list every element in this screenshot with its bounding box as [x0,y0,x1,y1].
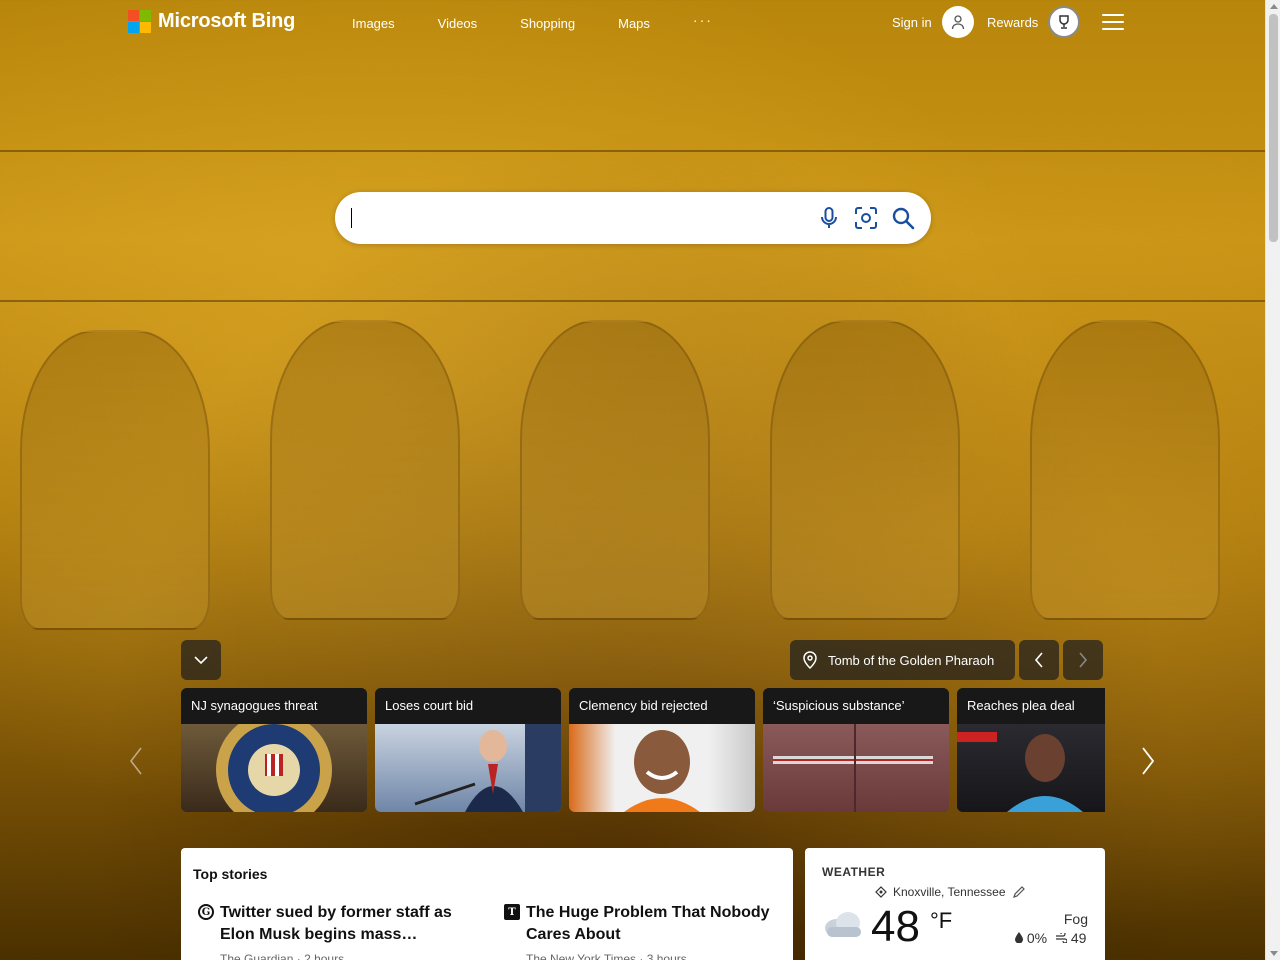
bing-logo[interactable]: Microsoft Bing [128,10,295,33]
weather-title: WEATHER [822,865,886,879]
top-nav: Images Videos Shopping Maps ··· [352,12,756,31]
story-meta: The Guardian · 2 hours [220,952,490,960]
signin-button[interactable]: Sign in [892,6,974,38]
aqi-value: 49 [1070,930,1087,946]
evidence-tape-image [773,724,933,812]
weather-location[interactable]: Knoxville, Tennessee [875,885,1026,899]
story-time: 3 hours [646,952,687,960]
search-actions [806,204,917,232]
chevron-right-icon [1142,747,1155,775]
background-decoration [0,150,1265,152]
weather-unit: °F [930,908,953,933]
background-decoration [0,300,1265,302]
weather-condition: Fog [1063,911,1088,927]
cards-next-button[interactable] [1138,744,1158,778]
fbi-seal-image [216,712,332,812]
image-location-label: Tomb of the Golden Pharaoh [828,652,995,668]
top-stories-heading: Top stories [193,866,268,882]
chevron-left-icon [129,747,142,775]
search-icon[interactable] [889,204,917,232]
scroll-up-arrow-icon[interactable] [1270,4,1278,9]
weather-aqi: 49 [1055,930,1086,946]
story-source: The Guardian [220,952,294,960]
precipitation-value: 0% [1026,930,1048,946]
rewards-trophy-icon [1048,6,1081,38]
background-figure [520,320,710,620]
chevron-right-icon [1079,652,1088,668]
story-meta: The New York Times · 3 hours [526,952,796,960]
brand-name: Microsoft Bing [158,10,296,32]
nytimes-source-icon: T [504,904,520,920]
page-scrollbar[interactable] [1265,0,1280,960]
story-item[interactable]: T The Huge Problem That Nobody Cares Abo… [504,902,796,960]
search-box [335,192,931,244]
athlete-image [957,732,1083,812]
news-card[interactable]: NJ synagogues threat [181,688,367,812]
news-card-title: Reaches plea deal [957,688,1105,724]
nav-images[interactable]: Images [352,16,395,31]
top-stories-panel: Top stories G Twitter sued by former sta… [181,848,793,960]
hamburger-menu-icon[interactable] [1102,14,1124,32]
weather-temperature: 48 [871,902,920,951]
rewards-label: Rewards [987,14,1039,30]
signin-label: Sign in [892,14,932,30]
scrollbar-thumb[interactable] [1269,14,1278,242]
location-arrow-icon [875,886,887,898]
news-card-image [763,724,949,812]
background-figure [1030,320,1220,620]
text-caret [351,208,352,228]
raindrop-icon [1015,932,1023,944]
news-card-title: Clemency bid rejected [569,688,755,724]
news-card-image [181,712,367,812]
news-card[interactable]: Loses court bid [375,688,561,812]
collapse-feed-button[interactable] [181,640,221,680]
previous-image-button[interactable] [1019,640,1059,680]
guardian-source-icon: G [198,904,214,920]
image-location-button[interactable]: Tomb of the Golden Pharaoh [790,640,1015,680]
cloud-icon [825,912,861,937]
nav-more-button[interactable]: ··· [693,12,713,31]
story-time: 2 hours [304,952,345,960]
search-input[interactable] [351,206,801,230]
speaker-image [414,724,561,812]
news-card-image [569,724,755,812]
avatar-icon [941,6,974,38]
weather-precipitation: 0% [1015,930,1047,946]
news-card-image [957,724,1105,812]
story-headline[interactable]: The Huge Problem That Nobody Cares About [526,902,796,946]
rewards-button[interactable]: Rewards [987,6,1081,38]
story-item[interactable]: G Twitter sued by former staff as Elon M… [198,902,490,960]
news-card-title: Loses court bid [375,688,561,724]
header: Microsoft Bing Images Videos Shopping Ma… [0,0,1265,46]
background-figure [270,320,460,620]
story-headline[interactable]: Twitter sued by former staff as Elon Mus… [220,902,490,946]
background-figure [770,320,960,620]
weather-location-label: Knoxville, Tennessee [893,885,1006,899]
visual-search-icon[interactable] [852,204,880,232]
news-card[interactable]: Reaches plea deal [957,688,1105,812]
portrait-image [624,730,700,812]
air-quality-icon [1056,931,1068,944]
next-image-button[interactable] [1063,640,1103,680]
news-card[interactable]: Clemency bid rejected [569,688,755,812]
news-card-title: ‘Suspicious substance’ [763,688,949,724]
news-card-image [375,724,561,812]
nav-shopping[interactable]: Shopping [520,16,575,31]
location-pin-icon [803,651,817,669]
microphone-icon[interactable] [815,204,843,232]
nav-maps[interactable]: Maps [618,16,650,31]
news-card-title: NJ synagogues threat [181,688,367,724]
weather-panel[interactable]: WEATHER Knoxville, Tennessee 48 °F Fog 0… [805,848,1105,960]
news-card[interactable]: ‘Suspicious substance’ [763,688,949,812]
story-source: The New York Times [526,952,637,960]
nav-videos[interactable]: Videos [438,16,478,31]
cards-previous-button[interactable] [126,744,146,778]
background-figure [20,330,210,630]
chevron-down-icon [194,656,208,665]
scroll-down-arrow-icon[interactable] [1270,951,1278,956]
edit-pencil-icon[interactable] [1012,885,1026,899]
microsoft-logo-icon [128,10,151,33]
chevron-left-icon [1034,652,1043,668]
